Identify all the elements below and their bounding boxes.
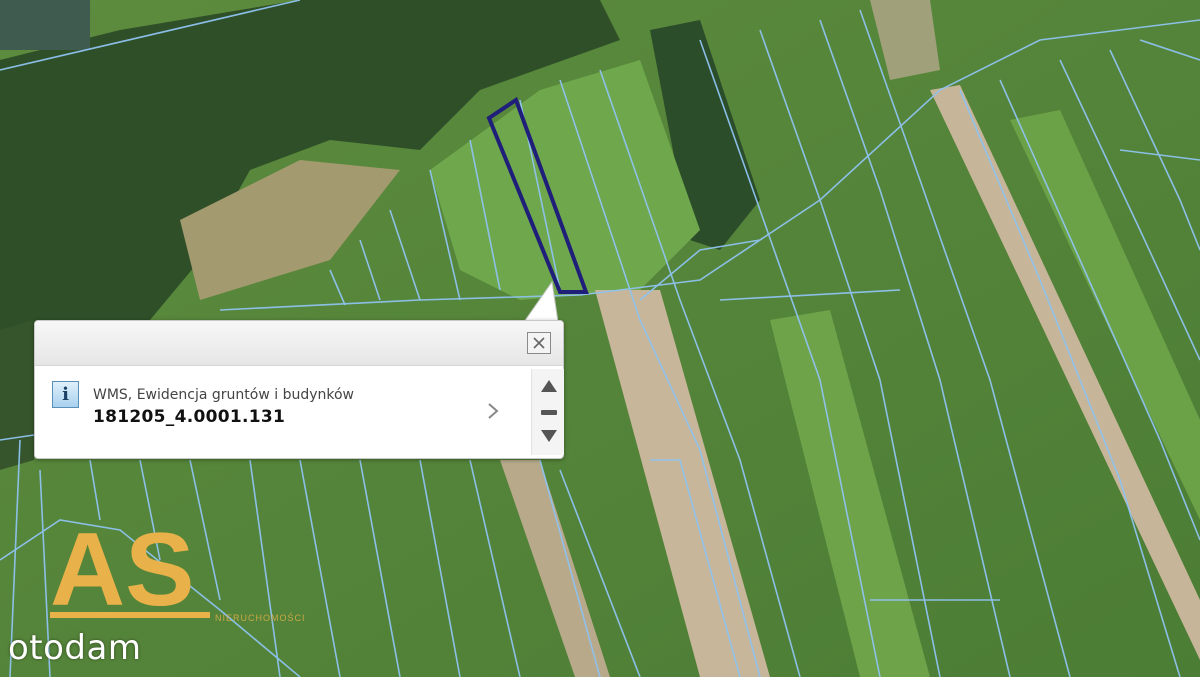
triangle-down-icon[interactable] — [540, 427, 558, 445]
dash-icon[interactable] — [540, 403, 558, 421]
brand-watermark: otodam — [8, 628, 142, 668]
parcel-id[interactable]: 181205_4.0001.131 — [93, 407, 285, 427]
layer-name: WMS, Ewidencja gruntów i budynków — [93, 387, 354, 403]
close-button[interactable] — [527, 332, 551, 354]
feature-info-popup: i WMS, Ewidencja gruntów i budynków 1812… — [34, 320, 564, 459]
close-icon — [533, 337, 545, 349]
info-icon: i — [52, 381, 79, 408]
logo-text: AS — [50, 520, 194, 628]
logo-subtext: NIERUCHOMOŚCI — [215, 612, 306, 623]
result-scroll — [531, 369, 564, 455]
popup-header — [35, 321, 563, 366]
forest-lower — [0, 320, 34, 470]
chevron-right-icon[interactable] — [483, 401, 503, 421]
popup-pointer — [523, 280, 559, 322]
river — [0, 0, 90, 50]
triangle-up-icon[interactable] — [540, 377, 558, 395]
as-logo: AS NIERUCHOMOŚCI — [50, 520, 306, 628]
logo-underline — [50, 612, 210, 618]
